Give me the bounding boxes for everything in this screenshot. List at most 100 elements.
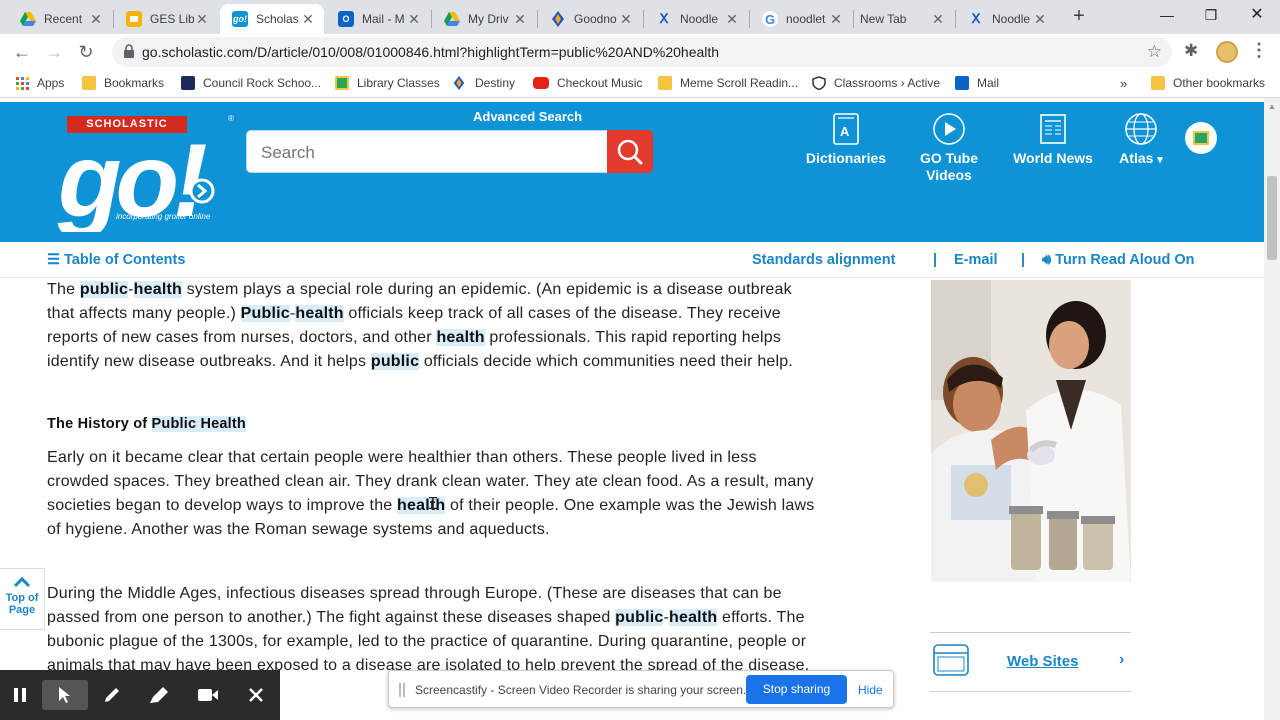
google-search-icon: G (762, 11, 778, 27)
address-bar[interactable]: go.scholastic.com/D/article/010/008/0100… (112, 37, 1172, 67)
bookmark-star-icon[interactable]: ☆ (1147, 42, 1162, 62)
tab-google-noodletools[interactable]: G noodlet ✕ (750, 4, 852, 34)
close-icon[interactable]: ✕ (724, 11, 740, 28)
scroll-up-arrow[interactable]: ▲ (1268, 102, 1276, 111)
standards-alignment-link[interactable]: Standards alignment (752, 252, 895, 268)
google-drive-icon (444, 11, 460, 27)
search-term-highlight: health (436, 329, 485, 346)
nav-world-news[interactable]: World News (1006, 112, 1100, 167)
search-field[interactable] (246, 130, 608, 173)
bookmark-bookmarks-folder[interactable]: Bookmarks (82, 76, 164, 90)
scrollbar-thumb[interactable] (1267, 176, 1277, 260)
close-icon[interactable]: ✕ (1032, 11, 1048, 28)
close-icon[interactable]: ✕ (194, 11, 210, 28)
tab-recent[interactable]: Recent ✕ (8, 4, 112, 34)
tab-title: Recent (44, 12, 83, 26)
bookmark-label: Council Rock Schoo... (203, 76, 322, 90)
bookmark-destiny[interactable]: Destiny (453, 76, 515, 90)
pause-button[interactable] (4, 680, 36, 710)
chevron-up-icon (13, 576, 31, 588)
nav-atlas[interactable]: Atlas ▾ (1112, 112, 1170, 169)
chevron-right-icon: › (1119, 651, 1125, 668)
mouse-pointer-icon (59, 687, 70, 703)
close-icon[interactable]: ✕ (406, 11, 422, 28)
pen-tool-button[interactable] (96, 680, 128, 710)
drag-handle[interactable] (399, 683, 405, 697)
url-text: go.scholastic.com/D/article/010/008/0100… (142, 44, 720, 60)
search-term-highlight: public (615, 609, 664, 626)
scholastic-badge: SCHOLASTIC (67, 116, 187, 133)
email-link[interactable]: E-mail (954, 252, 998, 268)
browser-menu-icon[interactable]: ⋮ (1250, 40, 1268, 61)
close-icon[interactable]: ✕ (930, 11, 946, 28)
close-icon[interactable]: ✕ (300, 11, 316, 28)
bookmark-other-bookmarks[interactable]: Other bookmarks (1151, 76, 1265, 90)
search-term-highlight: health (133, 281, 182, 298)
nav-dictionaries[interactable]: A Dictionaries (802, 112, 890, 167)
bookmark-mail[interactable]: Mail (955, 76, 999, 90)
tab-goodnotes[interactable]: Goodno ✕ (538, 4, 642, 34)
library-classes-icon (335, 76, 349, 90)
close-toolbar-button[interactable] (240, 680, 272, 710)
stop-sharing-button[interactable]: Stop sharing (746, 675, 847, 704)
tab-ges-library[interactable]: GES Lib ✕ (114, 4, 218, 34)
nav-go-tube-videos[interactable]: GO Tube Videos (911, 112, 987, 184)
bookmark-council-rock[interactable]: Council Rock Schoo... (181, 76, 321, 90)
article-photo-vaccination[interactable] (931, 280, 1131, 582)
close-icon[interactable]: ✕ (88, 11, 104, 28)
reload-button[interactable]: ↻ (74, 40, 98, 64)
restore-button[interactable]: ❐ (1196, 4, 1226, 26)
minimize-button[interactable]: — (1152, 4, 1182, 26)
tab-scholastic[interactable]: go! Scholas ✕ (220, 4, 324, 34)
bookmark-meme-scroll[interactable]: Meme Scroll Readin... (658, 76, 798, 90)
highlighter-tool-button[interactable] (143, 680, 175, 710)
bookmark-label: Classrooms › Active (834, 76, 941, 90)
page-scrollbar[interactable]: ▲ (1264, 98, 1280, 720)
tab-new-tab[interactable]: New Tab ✕ (854, 4, 954, 34)
close-icon[interactable]: ✕ (512, 11, 528, 28)
extensions-puzzle-icon[interactable]: ✱ (1184, 41, 1198, 61)
nav-label: Atlas (1119, 150, 1154, 166)
search-input[interactable] (261, 143, 591, 163)
advanced-search-link[interactable]: Advanced Search (473, 109, 582, 124)
bookmark-label: Apps (37, 76, 65, 90)
tab-my-drive[interactable]: My Driv ✕ (432, 4, 536, 34)
bookmark-classrooms-active[interactable]: Classrooms › Active (812, 76, 941, 91)
back-button[interactable]: ← (10, 40, 34, 64)
forward-button[interactable]: → (42, 40, 66, 64)
tab-noodle-2[interactable]: Ⅹ Noodle ✕ (956, 4, 1056, 34)
search-button[interactable] (607, 130, 653, 173)
web-sites-label: Web Sites (1007, 653, 1079, 670)
bookmarks-overflow-button[interactable]: » (1120, 76, 1127, 91)
close-icon[interactable]: ✕ (828, 11, 844, 28)
bookmark-checkout-music[interactable]: Checkout Music (533, 76, 642, 90)
outlook-mail-icon: O (338, 11, 354, 27)
tab-title: noodlet (786, 12, 826, 26)
profile-avatar[interactable] (1216, 41, 1238, 63)
article-text: officials decide which communities need … (419, 353, 794, 370)
hide-button[interactable]: Hide (858, 683, 883, 697)
tab-title: Noodle (992, 12, 1031, 26)
close-icon (249, 688, 263, 702)
tab-mail[interactable]: O Mail - M ✕ (326, 4, 430, 34)
close-window-button[interactable]: ✕ (1242, 4, 1272, 26)
top-of-page-button[interactable]: Top of Page (0, 568, 45, 630)
cursor-tool-button[interactable] (42, 680, 88, 710)
bookmark-label: Library Classes (357, 76, 440, 90)
outlook-mail-icon (955, 76, 969, 90)
bookmark-apps[interactable]: Apps (16, 76, 64, 90)
search-term-highlight: public (370, 353, 420, 370)
read-aloud-button[interactable]: 🔊︎ Turn Read Aloud On (1042, 252, 1195, 268)
camera-toggle-button[interactable] (192, 680, 224, 710)
nav-label: GO Tube Videos (919, 150, 979, 183)
google-classroom-share-icon[interactable] (1185, 122, 1217, 154)
folder-icon (1151, 76, 1165, 90)
bookmark-library-classes[interactable]: Library Classes (335, 76, 440, 90)
tab-noodle[interactable]: Ⅹ Noodle ✕ (644, 4, 748, 34)
new-tab-button[interactable]: + (1068, 6, 1090, 28)
close-icon[interactable]: ✕ (618, 11, 634, 28)
table-of-contents-link[interactable]: ☰ Table of Contents (47, 252, 185, 268)
bookmark-label: Meme Scroll Readin... (680, 76, 799, 90)
web-sites-link[interactable]: Web Sites › (930, 632, 1131, 692)
top-of-page-line2: Page (8, 604, 36, 616)
